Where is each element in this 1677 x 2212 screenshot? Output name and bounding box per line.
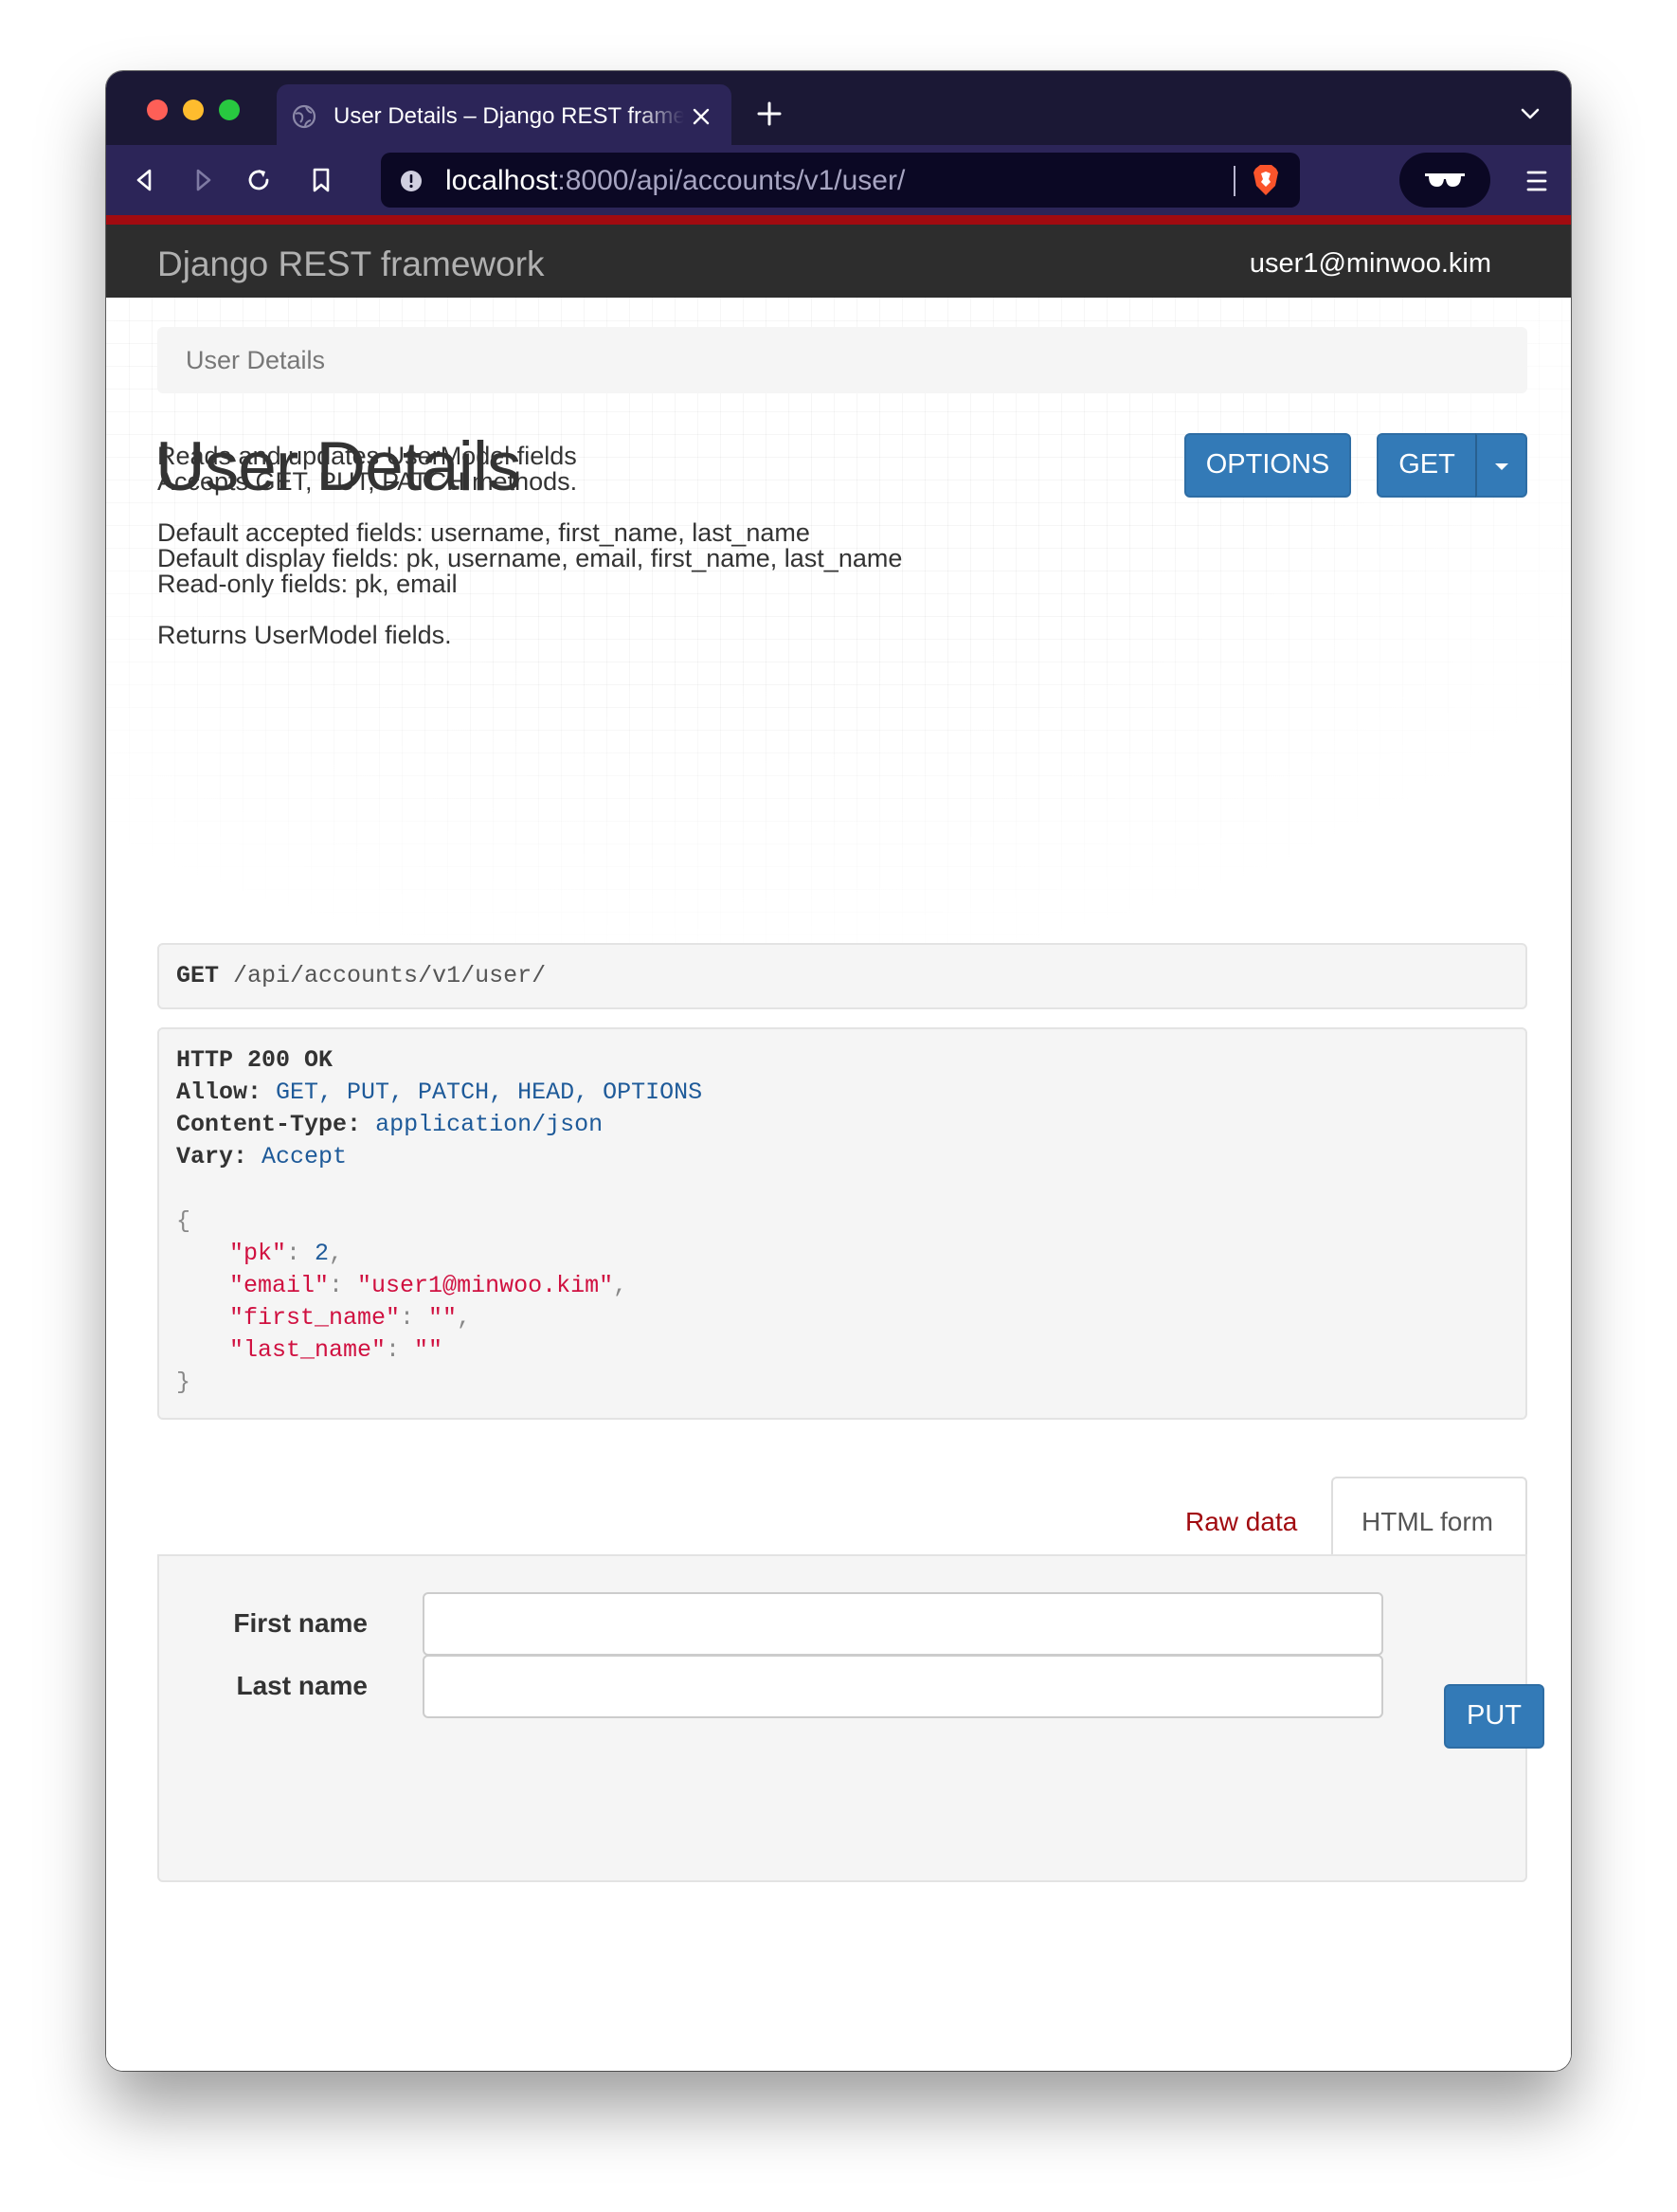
info-icon[interactable] (400, 170, 423, 192)
get-button[interactable]: GET (1377, 433, 1477, 498)
address-bar-divider (1234, 166, 1235, 196)
response-info: HTTP 200 OK Allow: GET, PUT, PATCH, HEAD… (157, 1027, 1527, 1420)
browser-toolbar: localhost:8000/api/accounts/v1/user/ (106, 145, 1571, 215)
json-value: 2 (315, 1240, 330, 1267)
request-line: GET /api/accounts/v1/user/ (176, 962, 546, 989)
reload-icon[interactable] (244, 166, 273, 194)
json-open-brace: { (176, 1207, 190, 1235)
tab-raw-data[interactable]: Raw data (1185, 1507, 1297, 1537)
progress-line (106, 215, 1571, 225)
brace: } (176, 1369, 191, 1396)
json-close-brace: } (176, 1369, 190, 1396)
last-name-field[interactable] (423, 1655, 1383, 1718)
navbar: Django REST framework user1@minwoo.kim (106, 225, 1571, 298)
address-bar[interactable]: localhost:8000/api/accounts/v1/user/ (381, 153, 1300, 208)
zoom-window-button[interactable] (219, 100, 240, 120)
response-header: Vary: Accept (176, 1143, 347, 1170)
put-button[interactable]: PUT (1444, 1684, 1544, 1749)
tab-strip: User Details – Django REST framework (106, 71, 1571, 145)
json-value: "" (414, 1336, 443, 1364)
json-field: "pk": 2, (229, 1240, 344, 1267)
tab-html-form[interactable]: HTML form (1331, 1477, 1527, 1558)
chevron-down-icon[interactable] (1520, 107, 1541, 120)
json-value: "user1@minwoo.kim" (357, 1272, 614, 1299)
request-info: GET /api/accounts/v1/user/ (157, 943, 1527, 1009)
header-key: Vary: (176, 1143, 248, 1170)
caret-down-icon (1495, 463, 1508, 470)
new-tab-icon[interactable] (755, 100, 784, 128)
description-line: Returns UserModel fields. (157, 621, 452, 649)
brave-shields-icon[interactable] (1251, 163, 1281, 197)
get-format-dropdown[interactable] (1475, 433, 1527, 498)
menu-icon[interactable] (1525, 169, 1548, 193)
tab-title: User Details – Django REST framework (334, 103, 684, 129)
url-host: localhost (445, 165, 558, 196)
header-value: application/json (375, 1111, 604, 1138)
breadcrumb: User Details (157, 327, 1527, 393)
browser-tab[interactable]: User Details – Django REST framework (277, 84, 731, 145)
json-field: "email": "user1@minwoo.kim", (229, 1272, 628, 1299)
response-status: HTTP 200 OK (176, 1046, 333, 1074)
options-button[interactable]: OPTIONS (1184, 433, 1351, 498)
json-key: "first_name" (229, 1304, 401, 1332)
response-header: Allow: GET, PUT, PATCH, HEAD, OPTIONS (176, 1079, 702, 1106)
tab-html-form-label: HTML form (1361, 1507, 1493, 1536)
bookmark-icon[interactable] (307, 166, 335, 194)
description-line: Accepts GET, PUT, PATCH methods. (157, 467, 578, 496)
close-window-button[interactable] (147, 100, 168, 120)
globe-icon (292, 104, 316, 129)
brand-link[interactable]: Django REST framework (157, 245, 545, 284)
forward-icon[interactable] (189, 166, 217, 194)
html-form: First name Last name (157, 1554, 1527, 1882)
brace: { (176, 1207, 191, 1235)
header-value: Accept (261, 1143, 348, 1170)
header-value: GET, PUT, PATCH, HEAD, OPTIONS (276, 1079, 703, 1106)
back-icon[interactable] (131, 166, 159, 194)
breadcrumb-current: User Details (186, 346, 326, 374)
request-method: GET (176, 962, 220, 989)
url-path: :8000/api/accounts/v1/user/ (557, 165, 906, 196)
response-header: Content-Type: application/json (176, 1111, 603, 1138)
header-key: Content-Type: (176, 1111, 362, 1138)
request-path: /api/accounts/v1/user/ (233, 962, 547, 989)
status-text: HTTP 200 OK (176, 1046, 334, 1074)
close-icon[interactable] (691, 106, 712, 127)
first-name-field[interactable] (423, 1592, 1383, 1656)
json-field: "first_name": "", (229, 1304, 472, 1332)
user-menu[interactable]: user1@minwoo.kim (1250, 248, 1491, 280)
private-window-button[interactable] (1399, 153, 1490, 208)
json-key: "last_name" (229, 1336, 387, 1364)
first-name-label: First name (233, 1608, 368, 1638)
json-key: "pk" (229, 1240, 287, 1267)
page-content: User Details User Details OPTIONS GET Re… (106, 298, 1571, 2071)
header-key: Allow: (176, 1079, 262, 1106)
description-line: Read-only fields: pk, email (157, 570, 458, 598)
browser-window: User Details – Django REST framework (106, 71, 1571, 2071)
last-name-label: Last name (236, 1671, 369, 1700)
minimize-window-button[interactable] (183, 100, 204, 120)
json-key: "email" (229, 1272, 330, 1299)
glasses-icon (1425, 173, 1465, 187)
json-field: "last_name": "" (229, 1336, 443, 1364)
url-text: localhost:8000/api/accounts/v1/user/ (445, 165, 905, 197)
json-value: "" (428, 1304, 458, 1332)
